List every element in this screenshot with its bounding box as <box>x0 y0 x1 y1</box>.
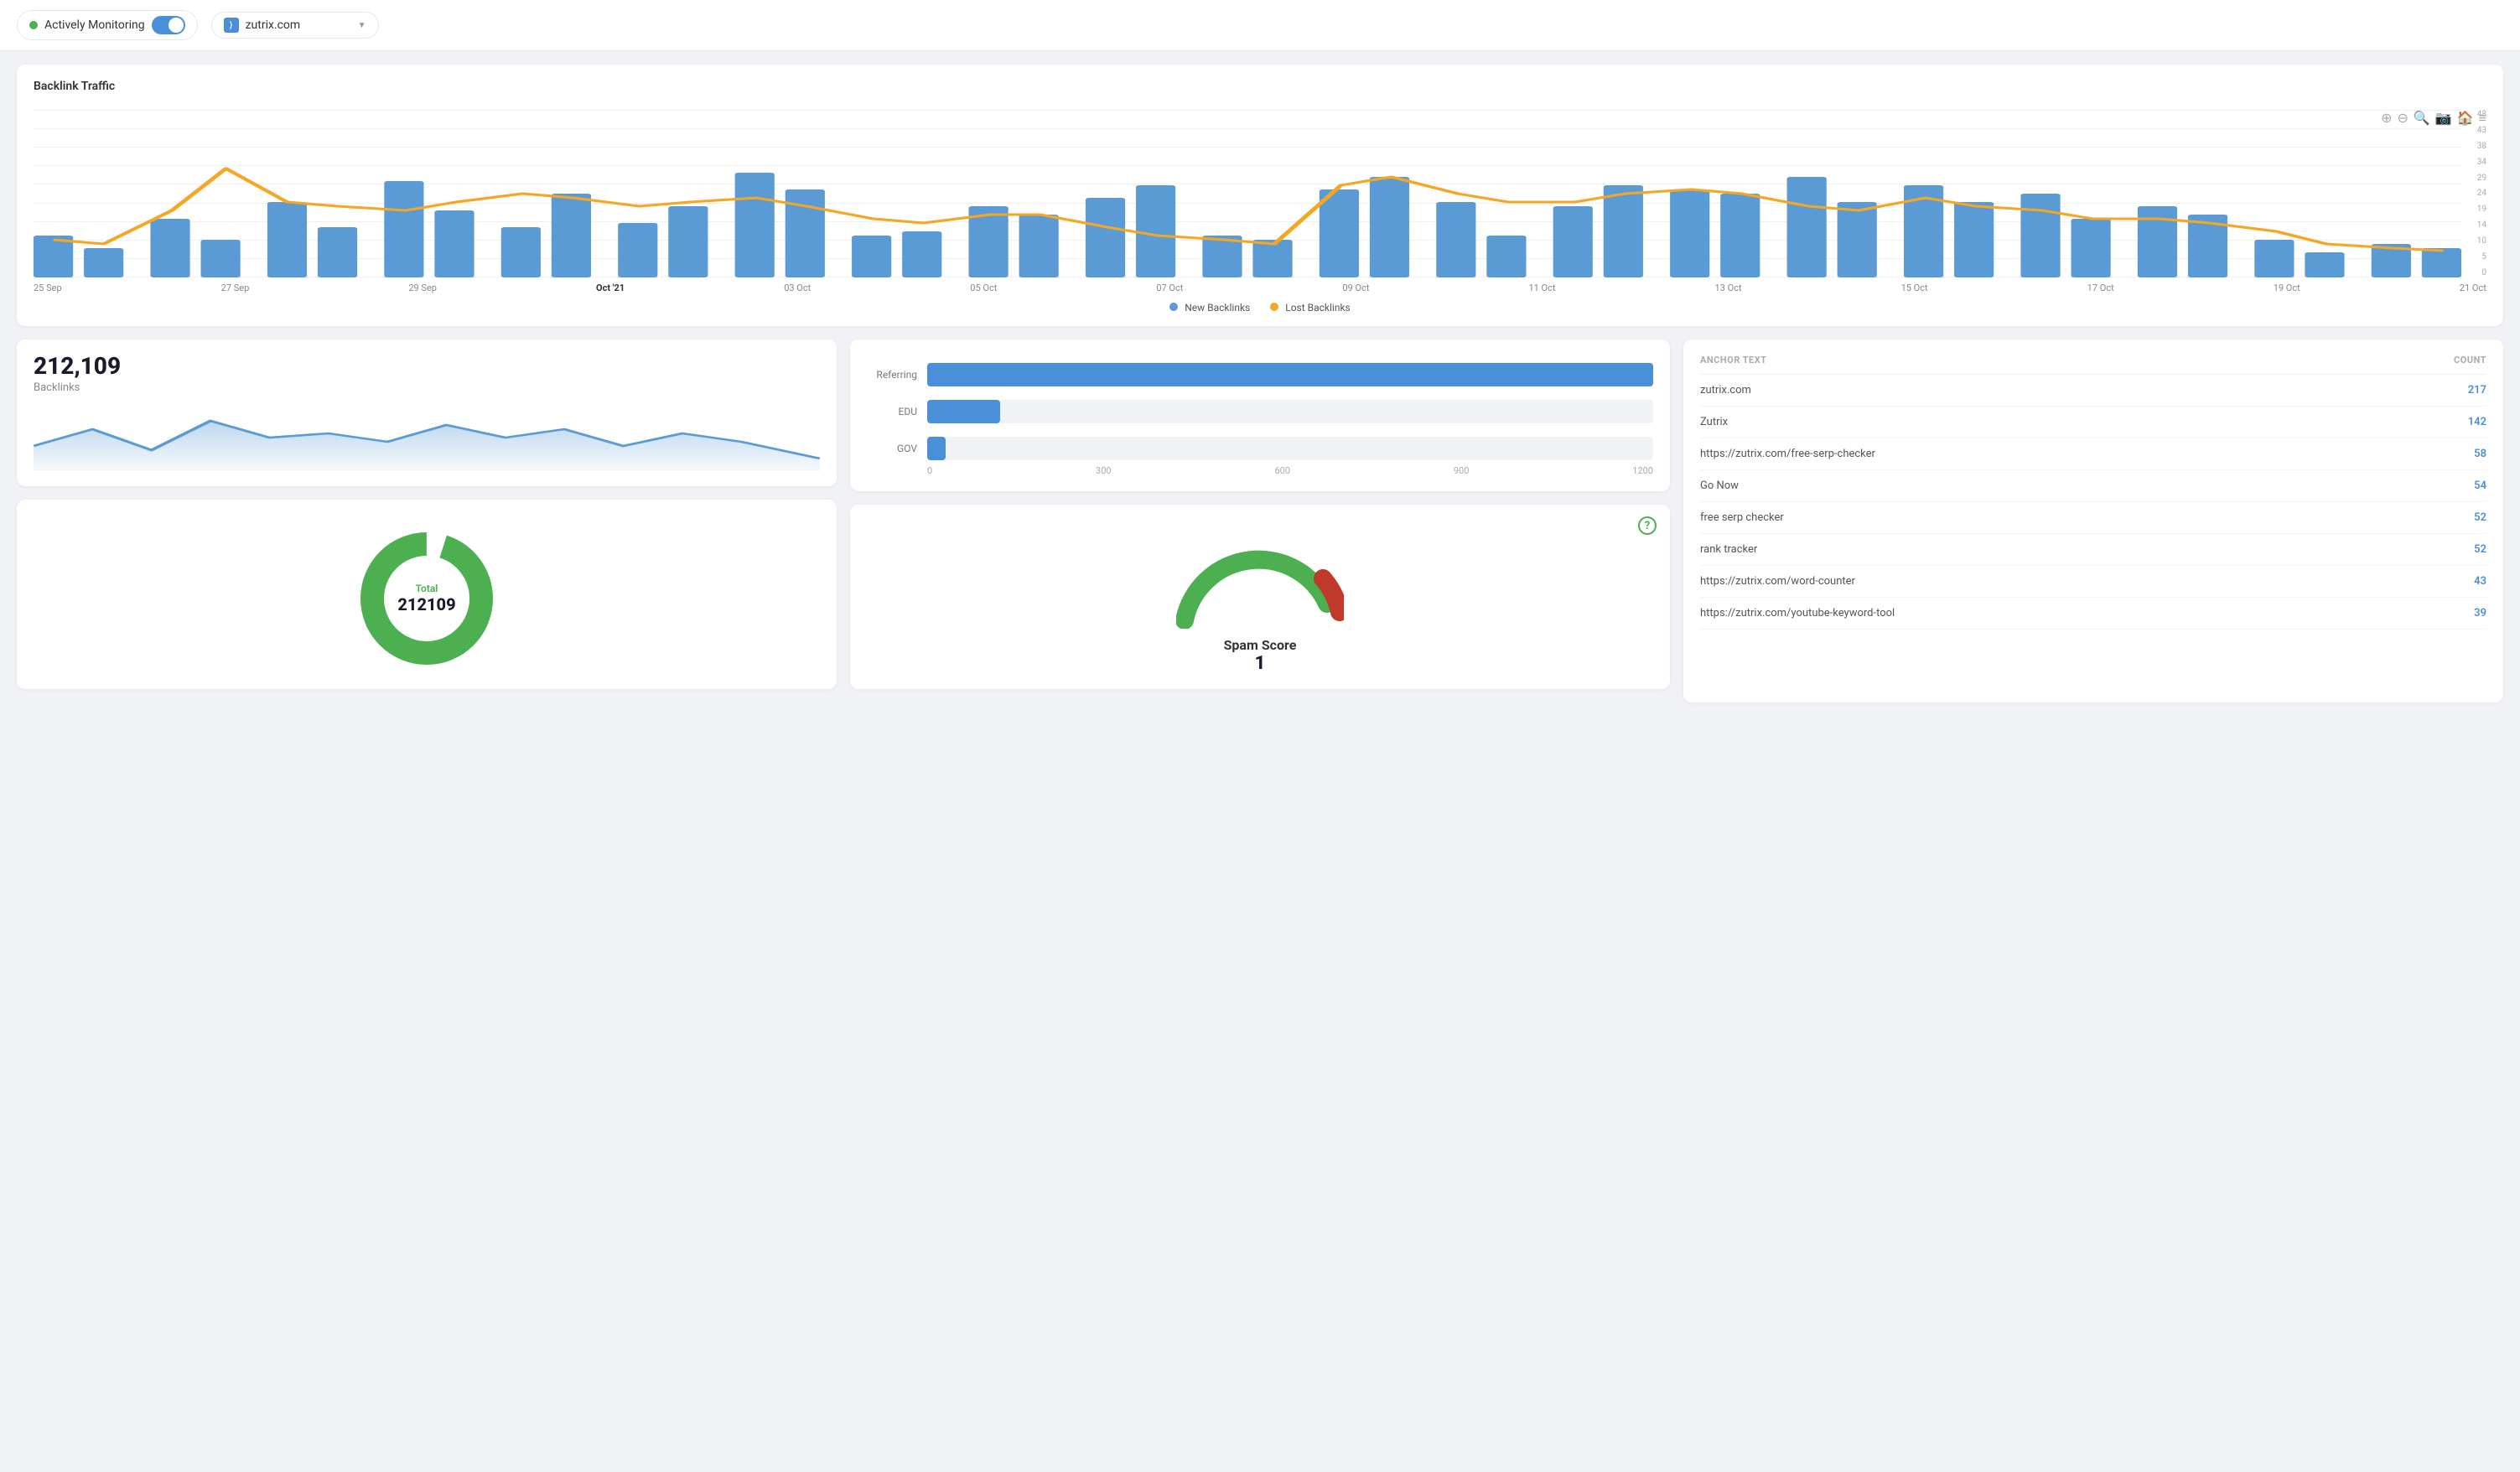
gauge-svg <box>1176 528 1344 629</box>
main-content: Backlink Traffic ⊕ ⊖ 🔍 📷 🏠 ≡ <box>0 51 2520 716</box>
anchor-text-3: https://zutrix.com/free-serp-checker <box>1700 448 1875 460</box>
backlink-chart-svg <box>34 110 2461 277</box>
anchor-row-6: rank tracker 52 <box>1700 534 2486 566</box>
anchor-text-2: Zutrix <box>1700 416 1728 428</box>
backlink-chart-container: ⊕ ⊖ 🔍 📷 🏠 ≡ 4843383429 <box>34 110 2486 311</box>
chart-x-labels: 25 Sep 27 Sep 29 Sep Oct '21 03 Oct 05 O… <box>34 277 2486 293</box>
donut-value: 212109 <box>397 594 455 614</box>
backlink-traffic-title: Backlink Traffic <box>34 80 2486 93</box>
domain-icon: ⟩ <box>224 18 239 33</box>
lost-backlinks-dot <box>1270 303 1278 311</box>
backlinks-stat-card: 212,109 Backlinks <box>17 339 837 486</box>
anchor-text-card: ANCHOR TEXT COUNT zutrix.com 217 Zutrix … <box>1683 339 2503 702</box>
anchor-count-8[interactable]: 39 <box>2474 607 2486 619</box>
anchor-col-header: ANCHOR TEXT <box>1700 355 1767 365</box>
anchor-text-7: https://zutrix.com/word-counter <box>1700 575 1855 588</box>
bar-track-referring <box>927 363 1653 386</box>
anchor-count-3[interactable]: 58 <box>2474 448 2486 460</box>
anchor-count-6[interactable]: 52 <box>2474 543 2486 556</box>
bar-chart-area: Referring EDU GOV <box>867 363 1653 460</box>
sparkline-svg <box>34 404 820 471</box>
left-column: 212,109 Backlinks <box>17 339 837 689</box>
count-col-header: COUNT <box>2454 355 2486 365</box>
anchor-count-1[interactable]: 217 <box>2468 384 2486 397</box>
anchor-text-6: rank tracker <box>1700 543 1757 556</box>
x-label-8: 09 Oct <box>1342 282 1369 293</box>
anchor-text-1: zutrix.com <box>1700 384 1751 397</box>
anchor-count-4[interactable]: 54 <box>2474 479 2486 492</box>
anchor-row-5: free serp checker 52 <box>1700 502 2486 534</box>
x-label-11: 15 Oct <box>1901 282 1928 293</box>
anchor-header: ANCHOR TEXT COUNT <box>1700 355 2486 375</box>
spam-score-card: ? Spam Score 1 <box>850 505 1670 689</box>
x-label-12: 17 Oct <box>2087 282 2114 293</box>
x-label-7: 07 Oct <box>1156 282 1183 293</box>
donut-label: Total <box>397 583 455 594</box>
donut-card: Total 212109 <box>17 500 837 689</box>
active-dot <box>29 21 38 29</box>
middle-column: Referring EDU GOV <box>850 339 1670 689</box>
bar-row-gov: GOV <box>867 437 1653 460</box>
anchor-row-8: https://zutrix.com/youtube-keyword-tool … <box>1700 598 2486 630</box>
x-label-6: 05 Oct <box>970 282 997 293</box>
x-label-1: 25 Sep <box>34 282 62 293</box>
top-bar: Actively Monitoring ⟩ zutrix.com ▼ <box>0 0 2520 51</box>
anchor-row-4: Go Now 54 <box>1700 470 2486 502</box>
bar-row-referring: Referring <box>867 363 1653 386</box>
bar-fill-referring <box>927 363 1653 386</box>
monitoring-badge[interactable]: Actively Monitoring <box>17 10 198 40</box>
anchor-text-4: Go Now <box>1700 479 1739 492</box>
bar-x-labels: 0 300 600 900 1200 <box>867 465 1653 476</box>
x-label-14: 21 Oct <box>2460 282 2486 293</box>
anchor-count-7[interactable]: 43 <box>2474 575 2486 588</box>
spam-value: 1 <box>1255 653 1266 674</box>
anchor-row-3: https://zutrix.com/free-serp-checker 58 <box>1700 438 2486 470</box>
backlinks-label: Backlinks <box>34 381 820 394</box>
x-label-4: Oct '21 <box>596 282 625 293</box>
x-label-3: 29 Sep <box>408 282 437 293</box>
x-label-9: 11 Oct <box>1528 282 1555 293</box>
help-icon[interactable]: ? <box>1638 516 1657 535</box>
x-label-13: 19 Oct <box>2274 282 2300 293</box>
anchor-text-8: https://zutrix.com/youtube-keyword-tool <box>1700 607 1895 619</box>
bar-label-referring: Referring <box>867 369 917 381</box>
x-label-10: 13 Oct <box>1715 282 1742 293</box>
domain-name: zutrix.com <box>246 18 301 32</box>
chart-legend: New Backlinks Lost Backlinks <box>34 302 2486 314</box>
bar-label-edu: EDU <box>867 406 917 417</box>
backlinks-count: 212,109 <box>34 355 820 378</box>
bar-label-gov: GOV <box>867 443 917 454</box>
anchor-text-5: free serp checker <box>1700 511 1784 524</box>
backlink-traffic-card: Backlink Traffic ⊕ ⊖ 🔍 📷 🏠 ≡ <box>17 65 2503 326</box>
spam-title: Spam Score <box>1224 637 1297 653</box>
bar-fill-gov <box>927 437 946 460</box>
referring-chart-card: Referring EDU GOV <box>850 339 1670 491</box>
legend-lost-backlinks: Lost Backlinks <box>1270 302 1351 314</box>
anchor-count-5[interactable]: 52 <box>2474 511 2486 524</box>
anchor-row-1: zutrix.com 217 <box>1700 375 2486 407</box>
bottom-section: 212,109 Backlinks <box>17 339 2503 702</box>
x-label-2: 27 Sep <box>221 282 250 293</box>
chart-y-axis: 4843383429 2419141050 <box>2477 110 2486 277</box>
legend-new-backlinks: New Backlinks <box>1169 302 1250 314</box>
x-label-5: 03 Oct <box>784 282 811 293</box>
monitoring-toggle[interactable] <box>152 16 185 34</box>
anchor-count-2[interactable]: 142 <box>2468 416 2486 428</box>
gauge-container <box>1176 528 1344 629</box>
bar-track-gov <box>927 437 1653 460</box>
bar-fill-edu <box>927 400 1000 423</box>
domain-selector[interactable]: ⟩ zutrix.com ▼ <box>211 12 379 39</box>
bar-row-edu: EDU <box>867 400 1653 423</box>
anchor-row-2: Zutrix 142 <box>1700 407 2486 438</box>
anchor-row-7: https://zutrix.com/word-counter 43 <box>1700 566 2486 598</box>
new-backlinks-dot <box>1169 303 1178 311</box>
monitoring-label: Actively Monitoring <box>44 18 145 32</box>
chevron-down-icon: ▼ <box>358 21 366 30</box>
bar-track-edu <box>927 400 1653 423</box>
donut-container: Total 212109 <box>351 523 502 674</box>
donut-center: Total 212109 <box>397 583 455 614</box>
sparkline-container <box>34 404 820 471</box>
